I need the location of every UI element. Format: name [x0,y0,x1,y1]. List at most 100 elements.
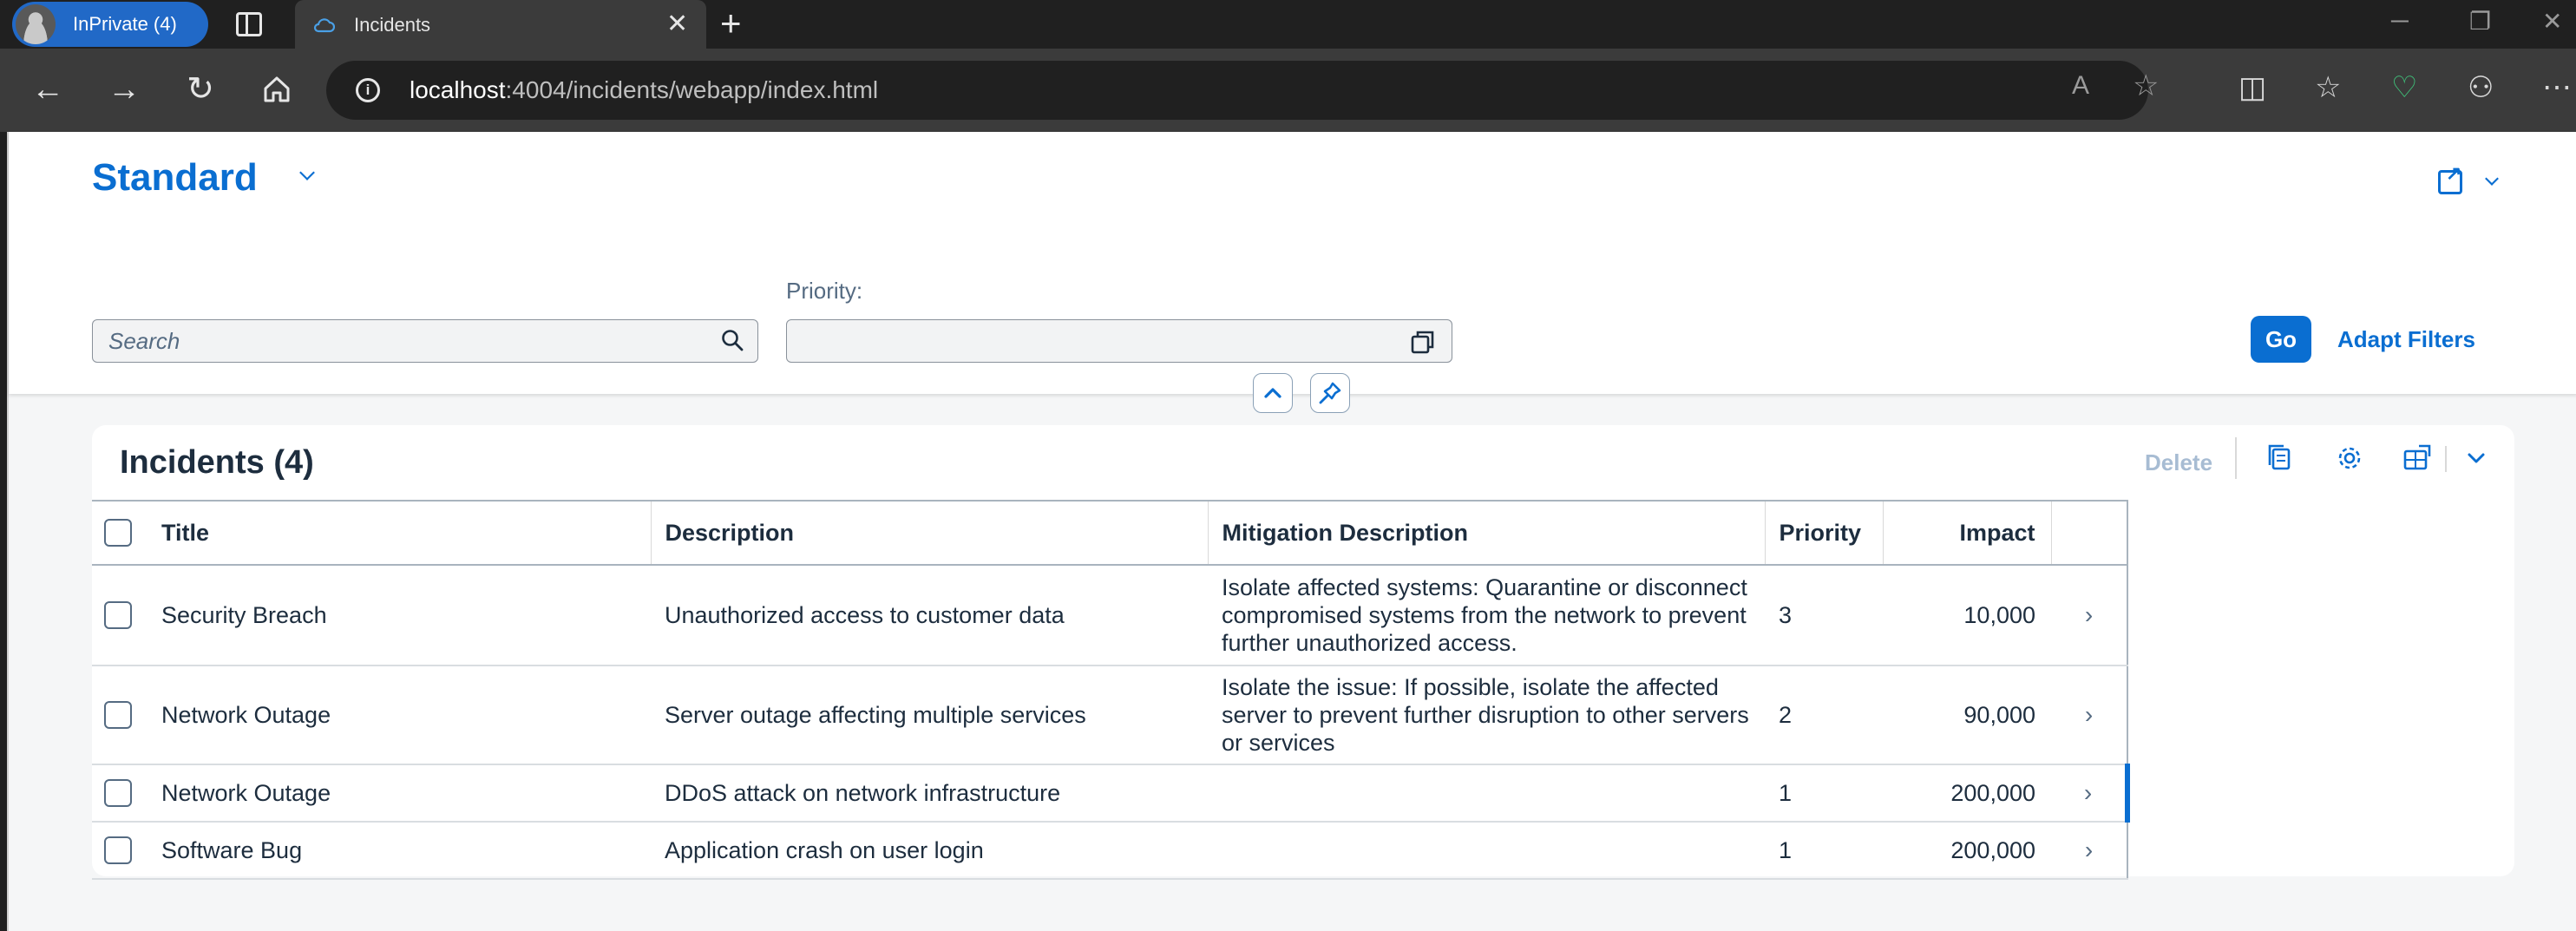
pin-header-button[interactable] [1310,373,1350,413]
tab-title: Incidents [354,14,431,36]
adapt-filters-button[interactable]: Adapt Filters [2337,326,2475,353]
variant-title[interactable]: Standard [92,156,258,200]
settings-gear-icon[interactable] [2334,443,2365,474]
cell-description: DDoS attack on network infrastructure [651,764,1208,823]
chevron-down-icon[interactable] [299,165,315,180]
row-select-cell [92,822,147,880]
value-help-icon[interactable] [1410,329,1436,355]
share-button[interactable] [2438,162,2507,201]
column-header-description[interactable]: Description [651,500,1209,566]
column-header-nav [2051,500,2128,566]
priority-input[interactable] [786,319,1452,363]
chevron-right-icon[interactable]: › [2051,764,2130,823]
cell-description: Unauthorized access to customer data [651,565,1208,666]
chevron-right-icon[interactable]: › [2051,665,2128,765]
browser-tabbar: InPrivate (4) Incidents ✕ + ─ ❐ ✕ [0,0,2576,50]
forward-icon[interactable]: → [104,69,144,109]
cell-mitigation [1208,764,1765,823]
info-icon[interactable]: i [356,78,380,102]
row-checkbox[interactable] [104,601,132,629]
refresh-icon[interactable]: ↻ [180,69,220,109]
search-field[interactable] [92,319,758,363]
back-icon[interactable]: ← [28,69,68,109]
row-select-cell [92,665,147,765]
browser-essentials-icon[interactable]: ♡ [2391,68,2417,108]
chevron-right-icon[interactable]: › [2051,565,2128,666]
priority-label: Priority: [786,278,863,304]
filter-header: Standard Priority: Go Adapt Filters [9,132,2576,394]
profile-button[interactable]: InPrivate (4) [12,2,208,47]
cell-title: Network Outage [147,764,651,823]
cloud-icon [313,18,335,33]
browser-tab[interactable]: Incidents ✕ [295,0,706,50]
read-aloud-icon[interactable]: A [2072,66,2089,106]
table-header-row: Title Description Mitigation Description… [92,500,2128,566]
favorite-star-icon[interactable]: ☆ [2133,66,2159,106]
share-icon [2438,162,2462,194]
column-header-priority[interactable]: Priority [1765,500,1884,566]
chevron-down-icon [2485,172,2499,186]
cell-priority: 1 [1765,822,1883,880]
split-screen-icon[interactable]: ◫ [2238,68,2266,108]
cell-description: Application crash on user login [651,822,1208,880]
select-all-checkbox[interactable] [104,519,132,547]
new-tab-icon[interactable]: + [720,3,742,43]
cell-priority: 3 [1765,565,1883,666]
browser-toolbar: ← → ↻ i localhost:4004/incidents/webapp/… [0,49,2576,132]
url-text: localhost:4004/incidents/webapp/index.ht… [410,76,879,103]
column-header-impact[interactable]: Impact [1883,500,2052,566]
restore-icon[interactable]: ❐ [2469,7,2491,36]
export-icon[interactable] [2402,443,2433,474]
table-row[interactable]: Software Bug Application crash on user l… [92,822,2128,880]
cell-mitigation: Isolate the issue: If possible, isolate … [1208,665,1765,765]
cell-title: Software Bug [147,822,651,880]
cell-priority: 2 [1765,665,1883,765]
incidents-table-panel: Incidents (4) Delete Title Description M… [92,425,2514,880]
row-select-cell [92,764,147,823]
incidents-table: Title Description Mitigation Description… [92,500,2130,880]
go-button[interactable]: Go [2251,316,2311,363]
search-input[interactable] [108,320,698,362]
collapse-header-button[interactable] [1253,373,1293,413]
cell-mitigation: Isolate affected systems: Quarantine or … [1208,565,1765,666]
tab-actions-icon[interactable] [236,12,262,36]
select-all-cell [92,500,147,566]
cell-description: Server outage affecting multiple service… [651,665,1208,765]
extensions-icon[interactable]: ⚇ [2468,68,2494,108]
chevron-down-icon[interactable] [2461,443,2492,474]
delete-button[interactable]: Delete [2145,449,2212,476]
toolbar-separator [2235,437,2237,479]
app-page: Standard Priority: Go Adapt Filters [7,132,2576,931]
row-checkbox[interactable] [104,779,132,807]
row-select-cell [92,565,147,666]
more-icon[interactable]: ⋯ [2542,68,2572,108]
chevron-right-icon[interactable]: › [2051,822,2128,880]
pin-icon [1319,382,1341,404]
cell-title: Network Outage [147,665,651,765]
row-checkbox[interactable] [104,836,132,864]
table-row[interactable]: Network Outage DDoS attack on network in… [92,764,2130,823]
profile-label: InPrivate (4) [73,13,177,35]
cell-impact: 90,000 [1883,665,2051,765]
cell-impact: 200,000 [1883,822,2051,880]
cell-title: Security Breach [147,565,651,666]
table-row[interactable]: Network Outage Server outage affecting m… [92,665,2128,765]
cell-impact: 10,000 [1883,565,2051,666]
home-icon[interactable] [257,69,297,109]
window-close-icon[interactable]: ✕ [2542,7,2562,36]
cell-impact: 200,000 [1883,764,2051,823]
cell-priority: 1 [1765,764,1883,823]
table-row[interactable]: Security Breach Unauthorized access to c… [92,565,2128,666]
table-title: Incidents (4) [120,444,314,481]
column-header-title[interactable]: Title [147,500,652,566]
address-bar[interactable]: i localhost:4004/incidents/webapp/index.… [326,61,2159,120]
row-checkbox[interactable] [104,701,132,729]
favorites-icon[interactable]: ☆ [2315,68,2341,108]
chevron-up-icon [1264,388,1281,398]
column-header-mitigation[interactable]: Mitigation Description [1208,500,1766,566]
search-icon[interactable] [721,329,744,351]
minimize-icon[interactable]: ─ [2391,7,2409,35]
copy-icon[interactable] [2265,443,2296,474]
cell-mitigation [1208,822,1765,880]
close-icon[interactable]: ✕ [666,9,688,40]
